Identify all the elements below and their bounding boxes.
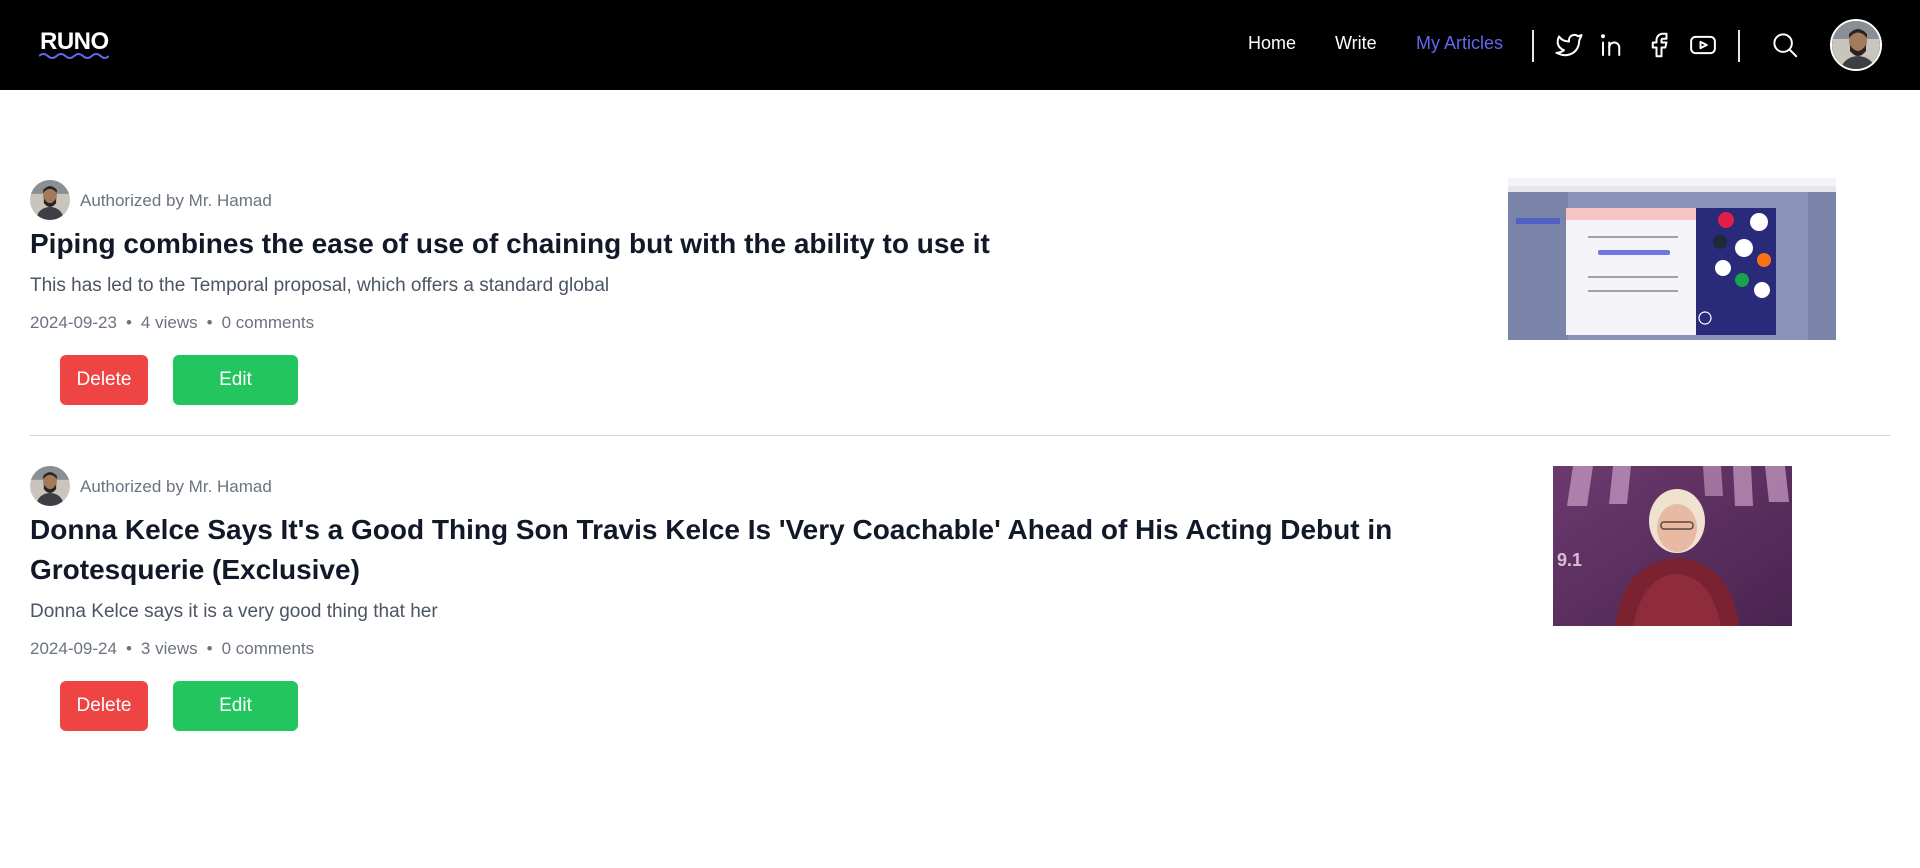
article-author: Authorized by Mr. Hamad [80,191,272,210]
article-title-line: Grotesquerie (Exclusive) [30,554,360,585]
article-title[interactable]: Piping combines the ease of use of chain… [30,224,990,264]
article-views: 3 views [140,639,198,658]
article-thumbnail[interactable]: 9.1 [1553,466,1792,626]
article-title-line: Donna Kelce Says It's a Good Thing Son T… [30,514,1393,545]
nav-divider [1738,30,1740,62]
article-divider [30,435,1890,436]
logo-underline-wave [39,53,109,59]
linkedin-icon[interactable] [1598,30,1628,60]
youtube-icon[interactable] [1688,30,1718,60]
delete-button[interactable]: Delete [60,355,148,405]
article-excerpt: Donna Kelce says it is a very good thing… [30,601,438,622]
author-avatar [30,466,70,506]
nav-my-articles[interactable]: My Articles [1416,33,1503,54]
article-title[interactable]: Donna Kelce Says It's a Good Thing Son T… [30,510,1392,590]
article-meta: 2024-09-24 • 3 views • 0 comments [30,639,315,658]
article-comments: 0 comments [221,639,315,658]
edit-button[interactable]: Edit [173,681,298,731]
nav-home[interactable]: Home [1248,33,1296,54]
article-date: 2024-09-24 [30,639,117,658]
article-views: 4 views [140,313,198,332]
nav-divider [1532,30,1534,62]
twitter-icon[interactable] [1554,30,1584,60]
article-date: 2024-09-23 [30,313,117,332]
delete-button[interactable]: Delete [60,681,148,731]
top-navbar: RUNO Home Write My Articles [0,0,1920,90]
article-comments: 0 comments [221,313,315,332]
article-meta: 2024-09-23 • 4 views • 0 comments [30,313,315,332]
article-author: Authorized by Mr. Hamad [80,477,272,496]
search-icon[interactable] [1770,30,1800,60]
facebook-icon[interactable] [1644,30,1674,60]
user-avatar[interactable] [1830,19,1882,71]
article-thumbnail[interactable] [1508,178,1836,340]
nav-write[interactable]: Write [1335,33,1377,54]
edit-button[interactable]: Edit [173,355,298,405]
article-excerpt: This has led to the Temporal proposal, w… [30,275,610,296]
author-avatar [30,180,70,220]
svg-text:9.1: 9.1 [1557,550,1582,570]
